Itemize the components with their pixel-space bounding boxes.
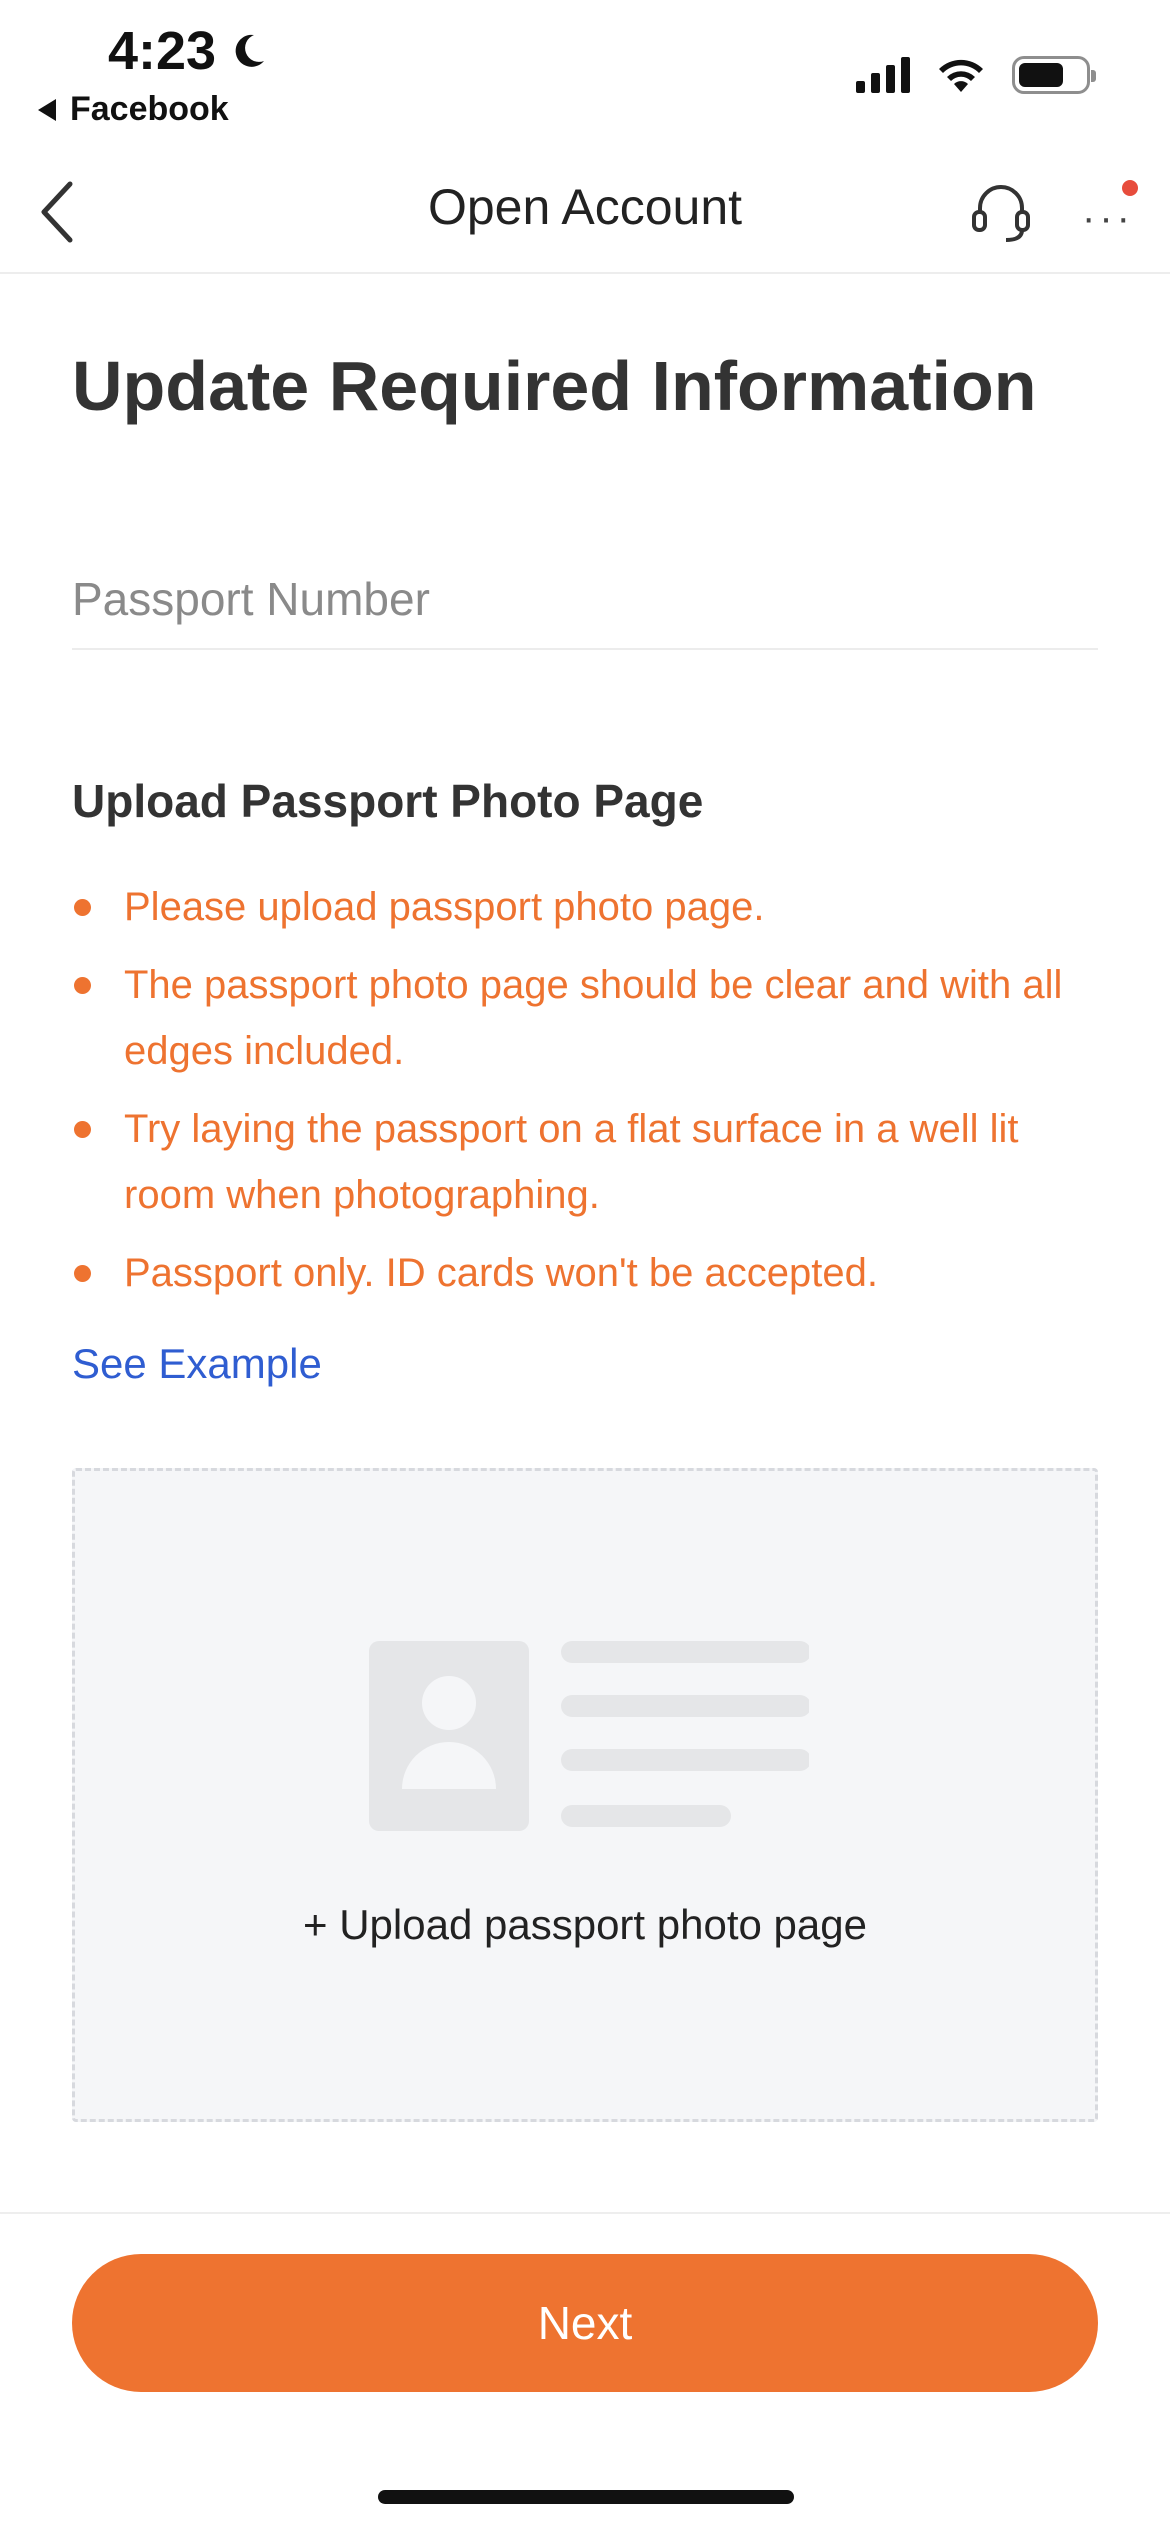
- cellular-signal-icon: [856, 57, 910, 93]
- wifi-icon: [939, 59, 983, 92]
- more-options-button[interactable]: ···: [1076, 180, 1140, 240]
- instruction-item: The passport photo page should be clear …: [72, 952, 1112, 1084]
- back-app-label: Facebook: [70, 90, 229, 128]
- more-icon: ···: [1082, 196, 1134, 240]
- next-button[interactable]: Next: [72, 2254, 1098, 2392]
- battery-icon: [1012, 56, 1096, 94]
- status-time-text: 4:23: [108, 21, 217, 81]
- upload-instructions: Please upload passport photo page. The p…: [72, 874, 1112, 1318]
- navigation-bar: Open Account ···: [0, 150, 1170, 274]
- footer-divider: [0, 2212, 1170, 2214]
- notification-dot: [1122, 180, 1138, 196]
- back-triangle-icon: [38, 98, 56, 121]
- instruction-item: Please upload passport photo page.: [72, 874, 1112, 940]
- passport-placeholder-icon: [369, 1641, 809, 1831]
- open-account-screen: 4:23 Facebook Open Account ··· Update Re…: [0, 0, 1170, 2532]
- status-time: 4:23: [108, 20, 268, 82]
- home-indicator: [378, 2490, 794, 2504]
- form-heading: Update Required Information: [72, 347, 1037, 425]
- passport-upload-area[interactable]: + Upload passport photo page: [72, 1468, 1098, 2122]
- back-to-app-link[interactable]: Facebook: [38, 90, 229, 129]
- upload-section-title: Upload Passport Photo Page: [72, 775, 704, 827]
- instruction-item: Passport only. ID cards won't be accepte…: [72, 1240, 1112, 1306]
- see-example-link[interactable]: See Example: [72, 1340, 322, 1388]
- moon-icon: [235, 34, 265, 67]
- instruction-item: Try laying the passport on a flat surfac…: [72, 1096, 1112, 1228]
- upload-label: + Upload passport photo page: [303, 1901, 867, 1948]
- passport-number-input[interactable]: [72, 550, 1098, 650]
- headset-icon[interactable]: [966, 176, 1036, 246]
- status-icons: [856, 56, 1096, 94]
